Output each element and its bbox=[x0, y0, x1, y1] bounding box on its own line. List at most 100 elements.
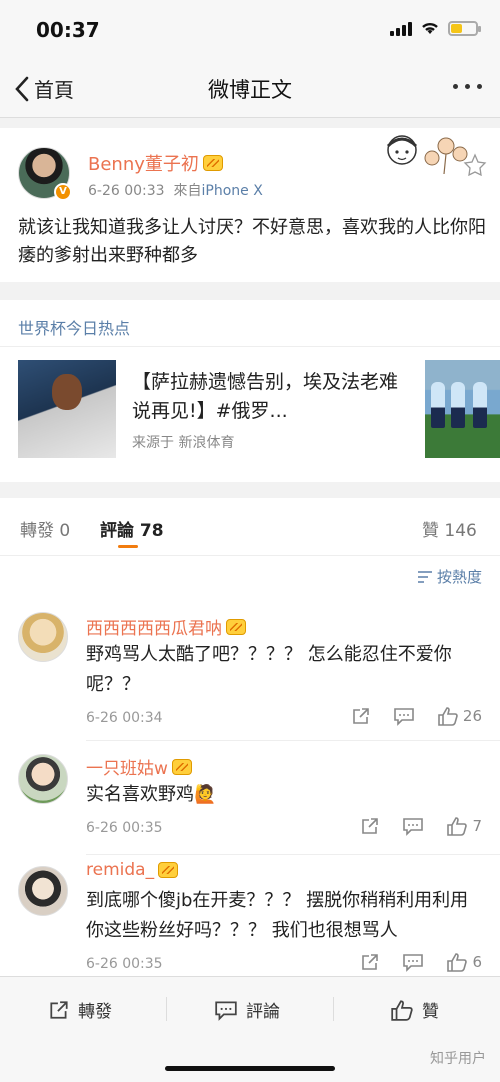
comment-repost-button[interactable] bbox=[351, 706, 371, 726]
vip-crown-icon bbox=[202, 155, 223, 171]
tab-comment-label: 評論 bbox=[100, 521, 134, 541]
topic-headline[interactable]: 【萨拉赫遗憾告别，埃及法老难说再见!】#俄罗... bbox=[132, 368, 412, 426]
player-figure bbox=[451, 382, 465, 428]
watermark: 知乎用户 bbox=[430, 1051, 486, 1067]
dot-icon bbox=[453, 84, 458, 89]
tab-like-count: 146 bbox=[444, 521, 477, 541]
comment-text: 到底哪个傻jb在开麦？？？ 摆脱你稍稍利用利用你这些粉丝好吗？？？ 我们也很想骂… bbox=[86, 890, 469, 941]
source-prefix: 來自 bbox=[173, 183, 202, 199]
comment-like-count: 6 bbox=[472, 953, 482, 971]
dot-icon bbox=[465, 84, 470, 89]
post-source[interactable]: iPhone X bbox=[201, 183, 262, 199]
tab-comment[interactable]: 評論 78 bbox=[100, 516, 164, 541]
comment-actions: 6 bbox=[360, 952, 482, 972]
comment-icon bbox=[394, 708, 414, 726]
signal-icon bbox=[390, 20, 412, 36]
vip-crown-icon bbox=[226, 618, 246, 635]
sort-by-hot-button[interactable]: 按熱度 bbox=[417, 566, 482, 587]
player-face bbox=[52, 374, 82, 410]
topic-title[interactable]: 世界杯今日热点 bbox=[18, 315, 130, 339]
post-text: 就该让我知道我多让人讨厌？不好意思，喜欢我的人比你阳痿的爹射出来野种都多 bbox=[18, 217, 486, 266]
author-name: Benny董子初 bbox=[88, 154, 199, 175]
comment-like-count: 7 bbox=[472, 817, 482, 835]
topic-card[interactable]: 世界杯今日热点 【萨拉赫遗憾告别，埃及法老难说再见!】#俄罗... 来源于 新浪… bbox=[0, 300, 500, 482]
battery-level bbox=[451, 23, 462, 33]
author-name-row[interactable]: Benny董子初 bbox=[88, 150, 223, 176]
nav-bar: 首頁 微博正文 bbox=[0, 60, 500, 118]
commenter-name: remida_ bbox=[86, 860, 155, 880]
comment-tabs: 轉發 0 評論 78 贊 146 bbox=[0, 498, 500, 556]
topic-source: 来源于 新浪体育 bbox=[132, 435, 235, 451]
bottom-action-bar: 轉發 評論 贊 bbox=[0, 976, 500, 1040]
comment-repost-button[interactable] bbox=[360, 816, 380, 836]
topic-thumbnail[interactable] bbox=[18, 360, 116, 458]
sort-label: 按熱度 bbox=[436, 568, 482, 586]
divider bbox=[0, 346, 500, 347]
comment-repost-button[interactable] bbox=[360, 952, 380, 972]
comment-reply-button[interactable] bbox=[393, 706, 415, 726]
tab-like[interactable]: 贊 146 bbox=[422, 516, 477, 541]
commenter-name: 一只班姑w bbox=[86, 759, 168, 779]
thumbs-up-icon bbox=[391, 999, 413, 1021]
bottom-repost-label: 轉發 bbox=[78, 1002, 112, 1022]
comment-text: 实名喜欢野鸡🙋 bbox=[86, 784, 217, 805]
bottom-like-label: 贊 bbox=[422, 1002, 439, 1022]
comment-time: 6-26 00:35 bbox=[86, 956, 163, 972]
vip-crown-icon bbox=[158, 862, 179, 878]
tab-repost[interactable]: 轉發 0 bbox=[20, 516, 70, 541]
commenter-avatar[interactable] bbox=[18, 612, 68, 662]
commenter-avatar[interactable] bbox=[18, 866, 68, 916]
post-meta: 6-26 00:33 來自iPhone X bbox=[88, 180, 263, 200]
more-button[interactable] bbox=[453, 84, 482, 89]
commenter-name-row[interactable]: remida_ bbox=[86, 860, 179, 880]
status-time: 00:37 bbox=[36, 18, 100, 42]
thumbs-up-icon bbox=[447, 817, 468, 836]
comment-like-count: 26 bbox=[462, 707, 482, 725]
comment-like-button[interactable]: 26 bbox=[437, 706, 482, 726]
cartoon-decoration-icon bbox=[386, 135, 487, 176]
bottom-comment-label: 評論 bbox=[246, 1002, 280, 1022]
page-title: 微博正文 bbox=[208, 78, 292, 102]
comment-actions: 7 bbox=[360, 816, 482, 836]
player-figure bbox=[473, 382, 487, 428]
commenter-name-row[interactable]: 西西西西西瓜君呐 bbox=[86, 614, 246, 639]
tab-comment-count: 78 bbox=[139, 521, 164, 541]
tab-repost-count: 0 bbox=[59, 521, 71, 541]
verified-badge-icon: V bbox=[54, 183, 72, 201]
comment-reply-button[interactable] bbox=[402, 816, 424, 836]
comment-like-button[interactable]: 7 bbox=[446, 816, 482, 836]
comment-icon bbox=[403, 954, 424, 972]
tab-like-label: 贊 bbox=[422, 521, 439, 541]
repost-icon bbox=[362, 954, 379, 970]
wifi-icon bbox=[422, 22, 438, 34]
home-area: 知乎用户 bbox=[0, 1040, 500, 1082]
player-figure bbox=[431, 382, 445, 428]
post-card: V Benny董子初 6-26 00:33 來自iPhone X 就该让我知道我… bbox=[0, 128, 500, 282]
divider bbox=[86, 740, 500, 741]
comment-actions: 26 bbox=[351, 706, 482, 726]
vip-crown-icon bbox=[171, 758, 192, 775]
comment-icon bbox=[403, 818, 424, 836]
repost-icon bbox=[362, 818, 379, 834]
divider bbox=[166, 997, 167, 1021]
comment-time: 6-26 00:35 bbox=[86, 820, 163, 836]
comment-icon bbox=[215, 1000, 237, 1021]
bottom-repost-button[interactable]: 轉發 bbox=[48, 997, 112, 1022]
bottom-like-button[interactable]: 贊 bbox=[390, 997, 439, 1022]
comment-reply-button[interactable] bbox=[402, 952, 424, 972]
divider bbox=[333, 997, 334, 1021]
commenter-avatar[interactable] bbox=[18, 754, 68, 804]
battery-icon bbox=[448, 20, 481, 36]
thumbs-up-icon bbox=[438, 707, 458, 726]
post-time: 6-26 00:33 bbox=[88, 183, 165, 199]
thumbs-up-icon bbox=[447, 953, 468, 972]
status-icons bbox=[390, 20, 481, 36]
comment-like-button[interactable]: 6 bbox=[446, 952, 482, 972]
dot-icon bbox=[477, 84, 482, 89]
divider bbox=[86, 854, 500, 855]
bottom-comment-button[interactable]: 評論 bbox=[214, 997, 280, 1022]
tab-repost-label: 轉發 bbox=[20, 521, 54, 541]
commenter-name-row[interactable]: 一只班姑w bbox=[86, 754, 192, 779]
home-indicator[interactable] bbox=[165, 1066, 335, 1071]
topic-photo[interactable] bbox=[425, 360, 500, 458]
